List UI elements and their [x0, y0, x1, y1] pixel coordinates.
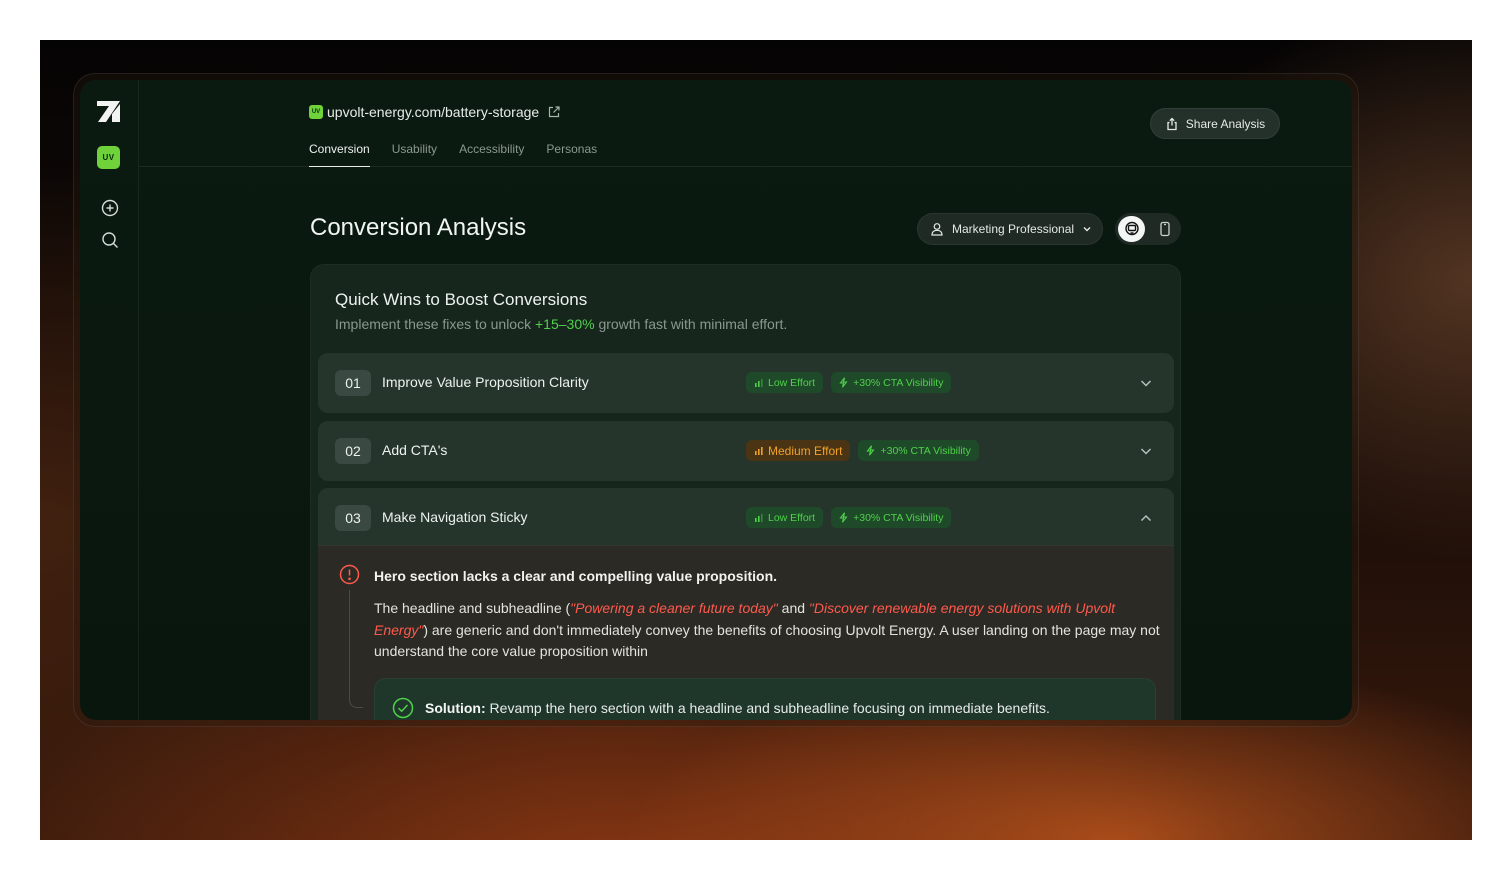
item-number: 02 — [335, 438, 371, 464]
device-toggle — [1115, 213, 1181, 245]
desktop-view-button[interactable] — [1118, 216, 1145, 242]
lightning-icon — [839, 512, 848, 523]
chevron-up-icon[interactable] — [1138, 510, 1154, 526]
impact-badge: +30% CTA Visibility — [858, 440, 979, 461]
bar-chart-icon — [755, 514, 763, 522]
analysis-tabs: Conversion Usability Accessibility Perso… — [309, 142, 597, 167]
solution-text: Solution: Revamp the hero section with a… — [425, 700, 1050, 716]
item-number: 01 — [335, 370, 371, 396]
chevron-down-icon — [1083, 227, 1091, 232]
tab-personas[interactable]: Personas — [546, 142, 597, 167]
quick-wins-title: Quick Wins to Boost Conversions — [335, 290, 588, 309]
app-window: UV UV upvolt-energy.com/battery-storage … — [80, 80, 1352, 720]
page-title: Conversion Analysis — [310, 214, 527, 241]
item-badges: Low Effort +30% CTA Visibility — [746, 507, 952, 528]
lightning-icon — [866, 445, 876, 456]
quick-win-item[interactable]: 02 Add CTA's Medium Effort +30% CTA Visi… — [318, 421, 1174, 481]
issue-description: The headline and subheadline ("Powering … — [374, 600, 1160, 659]
phone-icon — [1159, 221, 1170, 237]
add-circle-icon[interactable] — [101, 199, 119, 217]
check-circle-icon — [392, 697, 414, 719]
item-badges: Medium Effort +30% CTA Visibility — [746, 440, 979, 461]
effort-badge: Low Effort — [746, 372, 824, 393]
effort-badge: Medium Effort — [746, 440, 851, 461]
tab-conversion[interactable]: Conversion — [309, 142, 370, 167]
persona-selected-label: Marketing Professional — [952, 222, 1075, 236]
quick-win-item[interactable]: 03 Make Navigation Sticky Low Effort +30… — [318, 488, 1174, 548]
quick-win-item[interactable]: 01 Improve Value Proposition Clarity Low… — [318, 353, 1174, 413]
tab-usability[interactable]: Usability — [392, 142, 437, 167]
item-number: 03 — [335, 505, 371, 531]
quick-wins-subtitle: Implement these fixes to unlock +15–30% … — [335, 316, 788, 332]
chevron-down-icon[interactable] — [1138, 443, 1154, 459]
share-icon — [1167, 117, 1177, 130]
search-icon[interactable] — [101, 231, 119, 249]
brand-logo-icon[interactable] — [96, 98, 122, 124]
issue-title: Hero section lacks a clear and compellin… — [374, 568, 778, 584]
impact-badge: +30% CTA Visibility — [831, 507, 952, 528]
tree-connector — [349, 590, 363, 708]
solution-card: Solution: Revamp the hero section with a… — [374, 678, 1156, 720]
item-title: Add CTA's — [382, 442, 448, 458]
user-icon — [931, 223, 943, 236]
site-url[interactable]: upvolt-energy.com/battery-storage — [327, 104, 539, 120]
side-rail: UV — [80, 80, 139, 720]
bar-chart-icon — [755, 379, 763, 387]
alert-circle-icon — [339, 564, 360, 585]
lightning-icon — [839, 377, 848, 388]
share-analysis-label: Share Analysis — [1185, 116, 1266, 131]
bar-chart-icon — [755, 447, 763, 455]
quick-wins-panel: Quick Wins to Boost Conversions Implemen… — [310, 264, 1181, 720]
effort-badge: Low Effort — [746, 507, 824, 528]
impact-badge: +30% CTA Visibility — [831, 372, 952, 393]
item-title: Improve Value Proposition Clarity — [382, 374, 589, 390]
external-link-icon[interactable] — [547, 105, 561, 119]
chevron-down-icon[interactable] — [1138, 375, 1154, 391]
tab-accessibility[interactable]: Accessibility — [459, 142, 524, 167]
monitor-icon — [1124, 221, 1139, 236]
headline-quote: "Powering a cleaner future today" — [570, 600, 778, 616]
item-badges: Low Effort +30% CTA Visibility — [746, 372, 952, 393]
share-analysis-button[interactable]: Share Analysis — [1150, 108, 1280, 139]
persona-dropdown[interactable]: Marketing Professional — [917, 213, 1103, 245]
top-bar: UV upvolt-energy.com/battery-storage Con… — [139, 80, 1352, 167]
url-row: UV upvolt-energy.com/battery-storage — [309, 104, 561, 120]
growth-range: +15–30% — [535, 316, 595, 332]
site-favicon: UV — [309, 105, 323, 119]
mobile-view-button[interactable] — [1151, 216, 1178, 242]
item-title: Make Navigation Sticky — [382, 509, 528, 525]
site-badge[interactable]: UV — [97, 146, 120, 169]
issue-detail: Hero section lacks a clear and compellin… — [318, 545, 1174, 720]
